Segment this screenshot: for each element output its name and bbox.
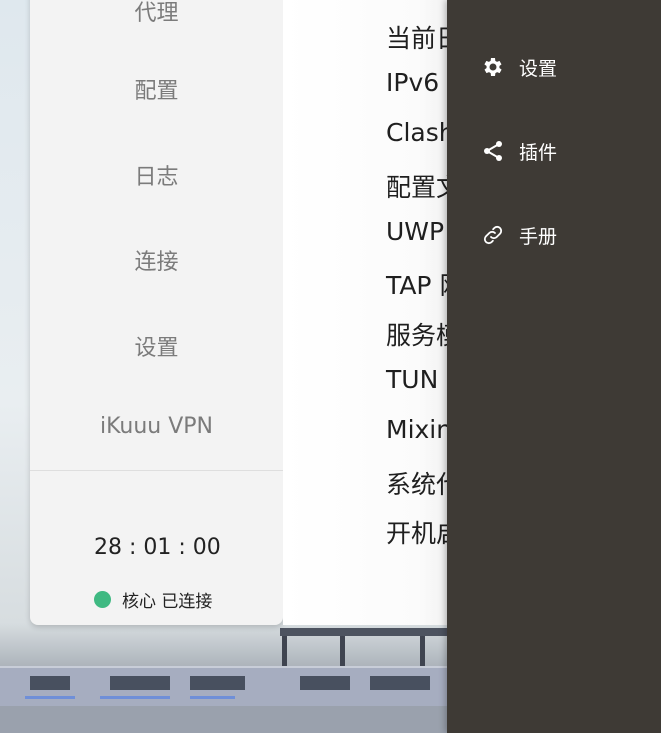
platform-ground [0, 706, 450, 733]
flyout-item-settings[interactable]: 设置 [481, 53, 557, 81]
flyout-item-manual[interactable]: 手册 [481, 221, 557, 249]
link-icon [481, 223, 505, 247]
setting-row-current[interactable]: 当前日 [386, 19, 453, 55]
train-stripe [190, 696, 235, 699]
train-window [30, 676, 70, 690]
flyout-menu: 设置 插件 手册 [447, 0, 661, 733]
setting-row-ipv6[interactable]: IPv6 [386, 68, 439, 97]
gear-icon [481, 55, 505, 79]
flyout-label-plugins: 插件 [519, 141, 558, 164]
train-window [370, 676, 430, 690]
nav-item-connections[interactable]: 连接 [30, 244, 283, 276]
flyout-item-plugins[interactable]: 插件 [481, 137, 557, 165]
train-window [110, 676, 170, 690]
nav-item-profiles[interactable]: 配置 [30, 73, 283, 105]
share-icon [481, 139, 505, 163]
nav-item-proxy[interactable]: 代理 [30, 0, 283, 27]
setting-row-tun[interactable]: TUN [386, 365, 438, 394]
flyout-label-settings: 设置 [519, 57, 558, 80]
nav-divider [30, 470, 283, 471]
status-dot-icon [94, 591, 111, 608]
nav-item-ikuuu-vpn[interactable]: iKuuu VPN [30, 414, 283, 439]
setting-row-tap[interactable]: TAP 网 [386, 266, 453, 302]
station-roof [280, 628, 450, 636]
setting-row-mixin[interactable]: Mixin [386, 415, 452, 444]
train-window [190, 676, 245, 690]
sidebar-nav: 代理 配置 日志 连接 设置 iKuuu VPN 28 : 01 : 00 核心… [30, 0, 283, 625]
setting-row-start-with-windows[interactable]: 开机启 [386, 514, 453, 550]
train-stripe [100, 696, 170, 699]
uptime-timer: 28 : 01 : 00 [94, 535, 221, 560]
train-window [300, 676, 350, 690]
nav-item-settings[interactable]: 设置 [30, 330, 283, 362]
flyout-label-manual: 手册 [519, 225, 558, 248]
core-status: 核心 已连接 [94, 587, 212, 612]
setting-row-clash[interactable]: Clash [386, 118, 453, 147]
nav-item-logs[interactable]: 日志 [30, 159, 283, 191]
core-status-label: 核心 已连接 [122, 592, 213, 612]
setting-row-uwp[interactable]: UWP [386, 217, 444, 246]
main-settings-panel: 当前日 IPv6 Clash 配置文 UWP TAP 网 服务模 TUN Mix… [283, 0, 453, 625]
setting-row-profile-dir[interactable]: 配置文 [386, 168, 453, 204]
setting-row-system-proxy[interactable]: 系统代 [386, 465, 453, 501]
setting-row-service-mode[interactable]: 服务模 [386, 316, 453, 352]
train-stripe [25, 696, 75, 699]
